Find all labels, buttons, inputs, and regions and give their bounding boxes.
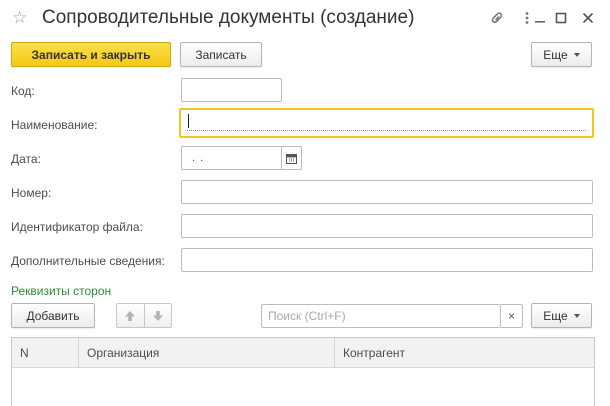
page-title: Сопроводительные документы (создание) [42, 7, 415, 28]
chevron-down-icon [573, 52, 580, 57]
maximize-icon[interactable] [553, 10, 569, 26]
move-buttons [116, 303, 172, 328]
name-label: Наименование: [11, 118, 98, 132]
chevron-down-icon [573, 313, 580, 318]
table-header: N Организация Контрагент [12, 338, 594, 368]
arrow-down-icon [152, 310, 163, 321]
arrow-up-icon [125, 310, 136, 321]
name-field[interactable] [179, 108, 594, 138]
code-field[interactable] [181, 78, 282, 102]
column-header-organization[interactable]: Организация [79, 338, 335, 368]
search-box [261, 304, 501, 328]
text-cursor [188, 114, 189, 128]
parties-more-label: Еще [543, 308, 568, 323]
save-button[interactable]: Записать [180, 42, 262, 67]
move-up-button[interactable] [117, 304, 144, 327]
clear-search-icon[interactable]: × [501, 304, 523, 328]
calendar-icon[interactable] [281, 147, 301, 169]
title-bar: ☆ Сопроводительные документы (создание) [0, 0, 610, 38]
minimize-icon[interactable] [532, 10, 548, 26]
star-icon[interactable]: ☆ [12, 9, 30, 27]
extra-info-label: Дополнительные сведения: [11, 254, 165, 268]
column-header-counterparty[interactable]: Контрагент [335, 338, 594, 368]
extra-info-field[interactable] [181, 248, 593, 272]
parties-more-button[interactable]: Еще [531, 303, 592, 328]
code-label: Код: [11, 84, 35, 98]
link-icon[interactable] [489, 10, 505, 26]
date-value: . . [192, 152, 205, 164]
column-header-n[interactable]: N [12, 338, 79, 368]
number-label: Номер: [11, 186, 52, 200]
move-down-button[interactable] [143, 304, 171, 327]
dotted-underline [187, 130, 586, 131]
search-input[interactable] [262, 305, 500, 327]
date-field[interactable]: . . [181, 146, 302, 170]
close-icon[interactable] [580, 10, 596, 26]
parties-table[interactable]: N Организация Контрагент [11, 337, 595, 406]
date-label: Дата: [11, 152, 41, 166]
add-button[interactable]: Добавить [11, 303, 95, 328]
file-id-field[interactable] [181, 214, 593, 238]
number-field[interactable] [181, 180, 593, 204]
more-button[interactable]: Еще [531, 42, 592, 67]
more-button-label: Еще [543, 47, 568, 62]
file-id-label: Идентификатор файла: [11, 220, 143, 234]
parties-section-title[interactable]: Реквизиты сторон [11, 284, 111, 298]
save-and-close-button[interactable]: Записать и закрыть [11, 42, 171, 67]
